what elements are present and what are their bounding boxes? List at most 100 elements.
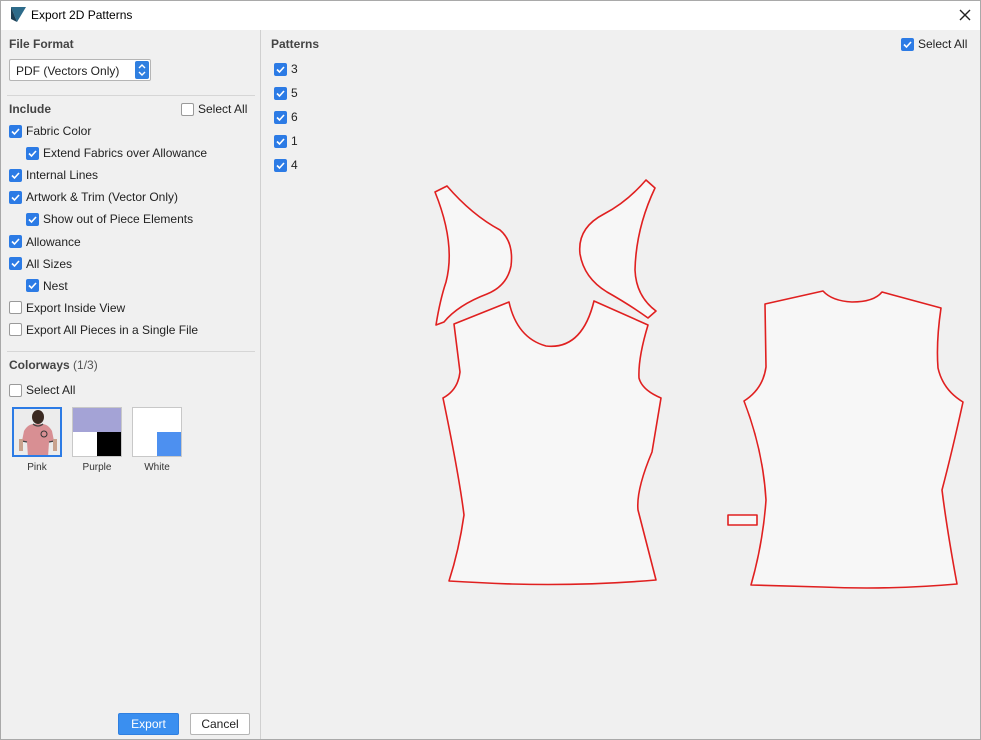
colorway-pink-swatch[interactable] [12, 407, 62, 457]
colorways-select-all-checkbox[interactable]: Select All [9, 382, 75, 398]
checkmark-icon [28, 282, 37, 290]
file-format-title: File Format [9, 37, 74, 51]
include-option-checkbox[interactable]: Allowance [9, 234, 81, 250]
colorways-count: (1/3) [73, 358, 98, 372]
pattern-piece-sleeve-left[interactable] [434, 185, 513, 326]
pattern-piece-tab[interactable] [727, 514, 758, 526]
checkmark-icon [276, 65, 285, 73]
include-option-checkbox[interactable]: Internal Lines [9, 167, 98, 183]
title-bar: Export 2D Patterns [1, 1, 980, 30]
pink-avatar-thumbnail-icon [14, 409, 60, 455]
pattern-item-checkbox[interactable]: 5 [274, 85, 298, 101]
cancel-button[interactable]: Cancel [190, 713, 250, 735]
pattern-item-label: 1 [291, 134, 298, 148]
window-title: Export 2D Patterns [31, 8, 133, 22]
purple-colorway-icon [73, 408, 121, 456]
pattern-preview-canvas [434, 179, 964, 589]
include-option-checkbox[interactable]: Artwork & Trim (Vector Only) [9, 189, 178, 205]
checkbox-box [901, 37, 914, 51]
pattern-item-checkbox[interactable]: 6 [274, 109, 298, 125]
include-option-checkbox[interactable]: All Sizes [9, 256, 72, 272]
checkbox-box [9, 124, 22, 138]
file-format-select[interactable]: PDF (Vectors Only) [9, 59, 151, 81]
file-format-value: PDF (Vectors Only) [16, 64, 120, 78]
close-button[interactable] [953, 4, 977, 26]
settings-panel: File Format PDF (Vectors Only) Include S… [1, 30, 261, 739]
include-option-label: Fabric Color [26, 124, 92, 138]
checkmark-icon [903, 40, 912, 48]
checkmark-icon [276, 113, 285, 121]
export-button[interactable]: Export [118, 713, 179, 735]
include-option-label: Export Inside View [26, 300, 126, 315]
checkbox-box [9, 168, 22, 182]
checkbox-box [26, 146, 39, 160]
divider [7, 351, 255, 352]
include-option-checkbox[interactable]: Show out of Piece Elements [26, 211, 193, 227]
pattern-item-label: 3 [291, 62, 298, 76]
checkbox-box [181, 102, 194, 116]
checkmark-icon [11, 172, 20, 179]
checkmark-icon [11, 194, 20, 201]
colorway-purple-label: Purple [82, 462, 112, 473]
checkmark-icon [11, 127, 20, 135]
pattern-item-checkbox[interactable]: 1 [274, 133, 298, 149]
include-select-all-checkbox[interactable]: Select All [181, 101, 247, 117]
include-option-label: Extend Fabrics over Allowance [43, 146, 208, 161]
checkbox-box [9, 323, 22, 337]
include-option-label: Show out of Piece Elements [43, 212, 194, 227]
include-option-label: All Sizes [26, 256, 73, 271]
include-select-all-label: Select All [198, 102, 248, 116]
include-option-label: Internal Lines [26, 168, 99, 183]
chevron-up-down-icon [138, 64, 146, 76]
checkmark-icon [11, 260, 20, 268]
pattern-piece-back[interactable] [743, 290, 964, 589]
checkmark-icon [28, 150, 37, 157]
checkmark-icon [276, 137, 285, 145]
checkbox-box [26, 279, 39, 293]
colorway-white-swatch[interactable] [132, 407, 182, 457]
include-option-checkbox[interactable]: Extend Fabrics over Allowance [26, 145, 207, 161]
checkbox-box [9, 257, 22, 271]
checkbox-box [274, 86, 287, 100]
format-spinner[interactable] [135, 61, 149, 79]
include-option-label: Export All Pieces in a Single File [26, 322, 199, 337]
include-option-label: Artwork & Trim (Vector Only) [26, 190, 179, 205]
export-dialog: Export 2D Patterns File Format PDF (Vect… [0, 0, 981, 740]
pattern-item-checkbox[interactable]: 4 [274, 157, 298, 173]
pattern-piece-sleeve-right[interactable] [578, 179, 657, 319]
colorway-white-label: White [144, 462, 170, 473]
include-option-checkbox[interactable]: Export Inside View [9, 300, 125, 316]
patterns-panel: Patterns Select All 3 5 6 1 4 [262, 30, 980, 739]
white-colorway-icon [133, 408, 181, 456]
checkbox-box [274, 134, 287, 148]
colorways-select-all-label: Select All [26, 383, 76, 397]
patterns-title: Patterns [271, 37, 320, 51]
colorway-pink-label: Pink [27, 462, 47, 473]
checkbox-box [9, 301, 22, 315]
pattern-item-label: 4 [291, 158, 298, 172]
include-option-checkbox[interactable]: Nest [26, 278, 68, 294]
checkmark-icon [276, 161, 285, 169]
include-option-checkbox[interactable]: Export All Pieces in a Single File [9, 322, 198, 338]
colorway-purple-swatch[interactable] [72, 407, 122, 457]
checkmark-icon [11, 238, 20, 246]
checkmark-icon [276, 89, 285, 97]
close-icon [959, 9, 971, 21]
checkbox-box [9, 190, 22, 204]
checkbox-box [274, 110, 287, 124]
pattern-item-checkbox[interactable]: 3 [274, 61, 298, 77]
checkbox-box [9, 383, 22, 397]
pattern-item-label: 5 [291, 86, 298, 100]
checkbox-box [274, 158, 287, 172]
checkbox-box [274, 62, 287, 76]
patterns-select-all-label: Select All [918, 37, 968, 51]
include-title: Include [9, 102, 52, 116]
checkmark-icon [28, 216, 37, 224]
colorways-title-text: Colorways [9, 358, 70, 372]
app-logo-icon [11, 7, 26, 22]
pattern-piece-front[interactable] [442, 300, 662, 586]
patterns-select-all-checkbox[interactable]: Select All [901, 36, 967, 52]
include-option-label: Nest [43, 278, 68, 293]
checkbox-box [26, 212, 39, 226]
include-option-checkbox[interactable]: Fabric Color [9, 123, 91, 139]
